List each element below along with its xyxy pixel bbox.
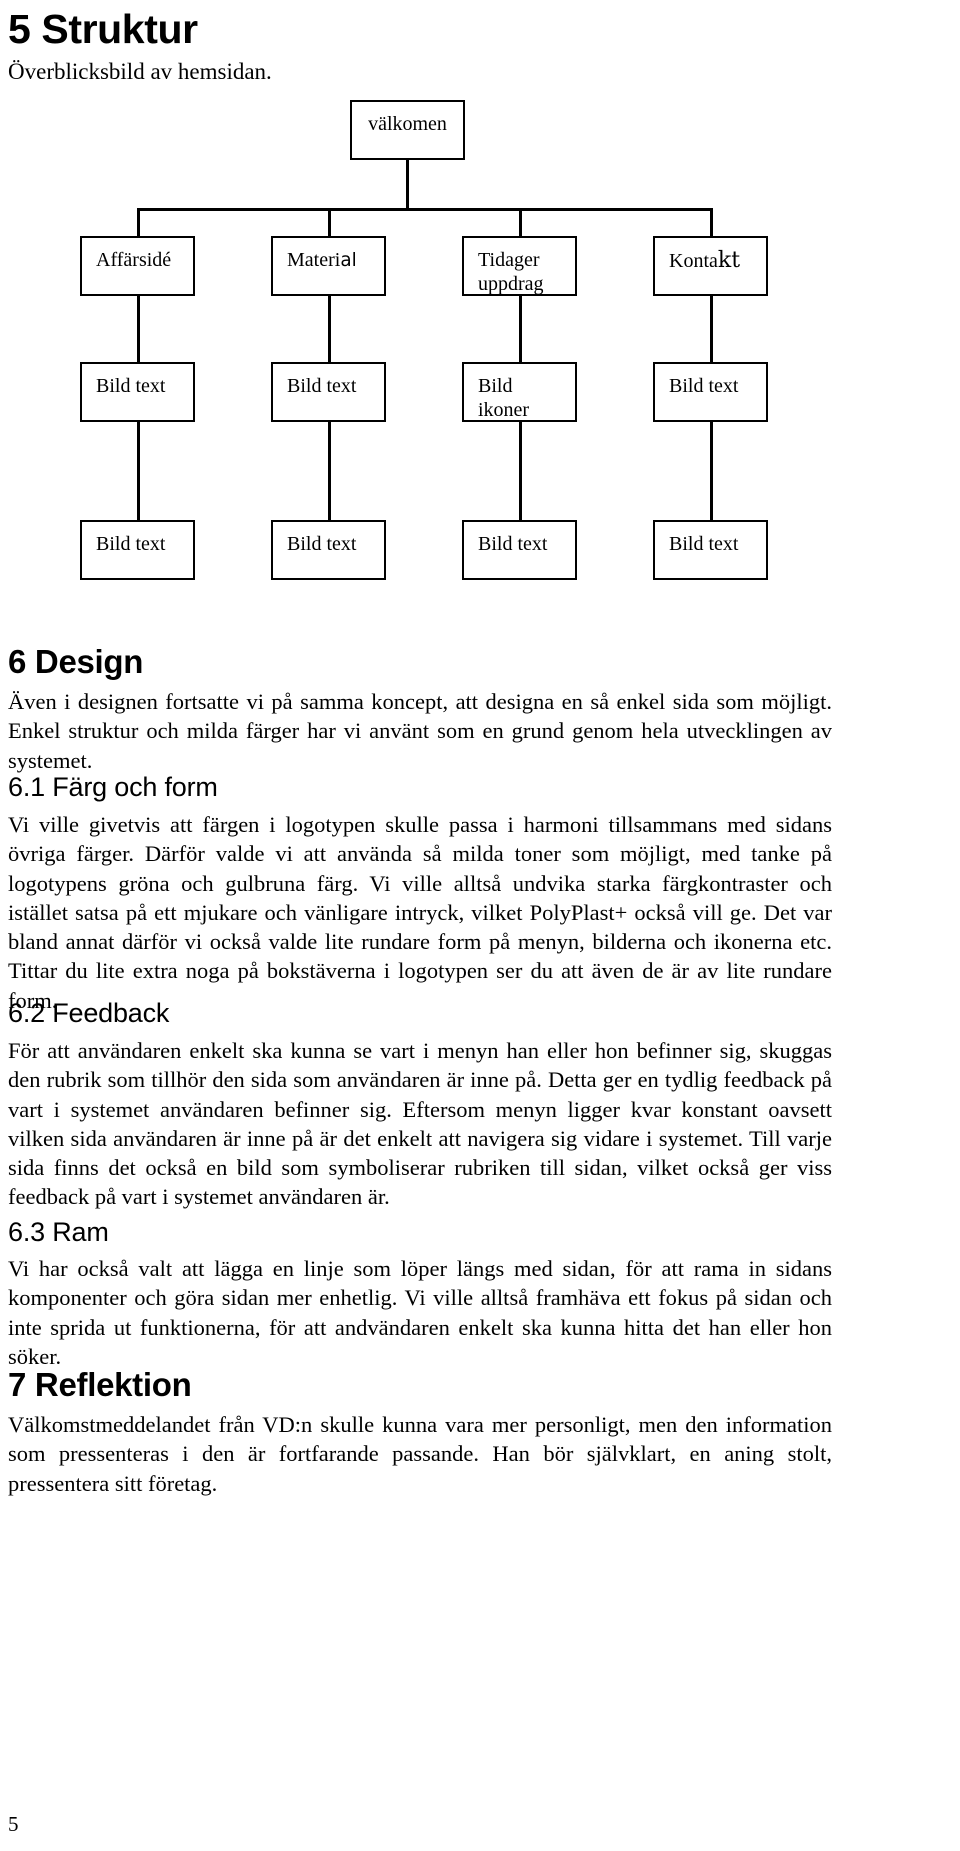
sitemap-node-l4-1-label: Bild text	[96, 533, 166, 555]
sitemap-node-material-label: Material	[287, 248, 384, 272]
sitemap-node-affarside: Affärsidé	[80, 236, 195, 296]
connector-bus-to-node-3	[519, 208, 522, 236]
heading-reflektion: 7 Reflektion	[8, 1366, 192, 1403]
paragraph-farg-och-form: Vi ville givetvis att färgen i logotypen…	[8, 812, 832, 1013]
heading-farg-och-form: 6.1 Färg och form	[8, 772, 218, 802]
connector-bus-to-node-2	[328, 208, 331, 236]
sitemap-node-l4-3-label: Bild text	[478, 533, 548, 555]
connector-bus-to-node-4	[710, 208, 713, 236]
sitemap-node-kontakt: Kontakt	[653, 236, 768, 296]
sitemap-node-l4-2-label: Bild text	[287, 533, 357, 555]
sitemap-node-l4-4: Bild text	[653, 520, 768, 580]
heading-design: 6 Design	[8, 643, 144, 680]
sitemap-node-root: välkomen	[350, 100, 465, 160]
sitemap-node-material: Material	[271, 236, 386, 296]
connector-l3-l4-4	[710, 422, 713, 520]
sitemap-node-tidager-line1: Tidager	[478, 249, 540, 271]
sitemap-node-l3-1: Bild text	[80, 362, 195, 422]
sitemap-node-l3-2-label: Bild text	[287, 375, 357, 397]
material-label-part1: Materi	[287, 249, 341, 271]
connector-root-down	[406, 160, 409, 210]
connector-l2-l3-2	[328, 296, 331, 362]
connector-l2-l3-4	[710, 296, 713, 362]
kontakt-label-part2: kt	[717, 248, 741, 273]
connector-level2-bus	[137, 208, 710, 211]
sitemap-node-l3-4: Bild text	[653, 362, 768, 422]
connector-l3-l4-1	[137, 422, 140, 520]
sitemap-node-l3-2: Bild text	[271, 362, 386, 422]
sitemap-node-l3-3-line2: ikoner	[478, 399, 530, 422]
paragraph-reflektion: Välkomstmeddelandet från VD:n skulle kun…	[8, 1412, 832, 1496]
sitemap-node-l4-4-label: Bild text	[669, 533, 739, 555]
paragraph-feedback: För att användaren enkelt ska kunna se v…	[8, 1038, 832, 1210]
sitemap-node-l3-4-label: Bild text	[669, 375, 739, 397]
page-title-struktur: 5 Struktur	[8, 6, 198, 52]
sitemap-node-affarside-label: Affärsidé	[96, 249, 172, 271]
sitemap-node-l4-3: Bild text	[462, 520, 577, 580]
paragraph-ram: Vi har också valt att lägga en linje som…	[8, 1256, 832, 1369]
struktur-subtitle: Överblicksbild av hemsidan.	[8, 59, 272, 84]
sitemap-node-l4-2: Bild text	[271, 520, 386, 580]
sitemap-diagram: välkomen Affärsidé Material Tidager uppd…	[0, 95, 960, 580]
sitemap-node-l3-3: Bild ikoner	[462, 362, 577, 422]
sitemap-node-root-label: välkomen	[368, 113, 447, 135]
heading-feedback: 6.2 Feedback	[8, 998, 170, 1028]
connector-l2-l3-1	[137, 296, 140, 362]
connector-l3-l4-2	[328, 422, 331, 520]
sitemap-node-l4-1: Bild text	[80, 520, 195, 580]
material-label-part2: al	[340, 250, 357, 271]
paragraph-design: Även i designen fortsatte vi på samma ko…	[8, 689, 832, 773]
connector-bus-to-node-1	[137, 208, 140, 236]
connector-l3-l4-3	[519, 422, 522, 520]
sitemap-node-l3-3-line1: Bild	[478, 375, 513, 397]
connector-l2-l3-3	[519, 296, 522, 362]
sitemap-node-kontakt-label: Kontakt	[669, 248, 766, 275]
page-number: 5	[8, 1812, 19, 1836]
sitemap-node-tidager-uppdrag: Tidager uppdrag	[462, 236, 577, 296]
sitemap-node-tidager-line2: uppdrag	[478, 273, 544, 296]
heading-ram: 6.3 Ram	[8, 1217, 109, 1247]
document-page: 5 Struktur Överblicksbild av hemsidan. v…	[0, 0, 960, 1851]
kontakt-label-part1: Konta	[669, 250, 718, 272]
sitemap-node-l3-1-label: Bild text	[96, 375, 166, 397]
